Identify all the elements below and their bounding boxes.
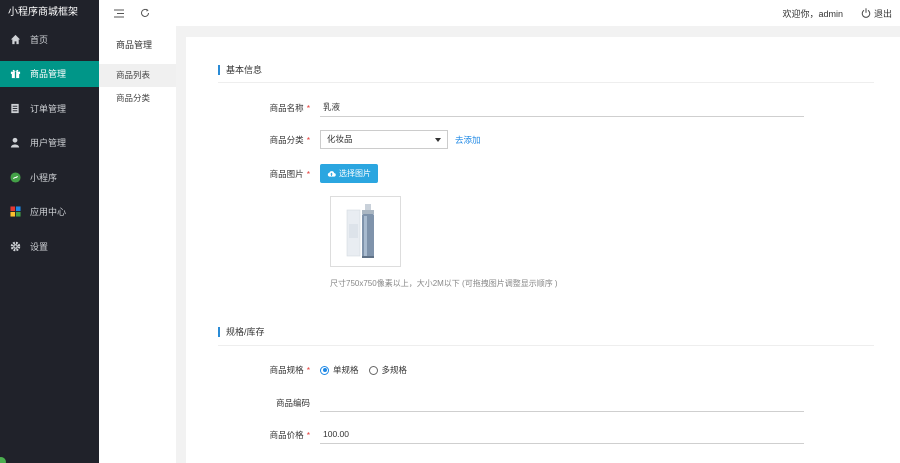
section-title-text: 基本信息 (226, 65, 263, 75)
gear-icon (9, 240, 21, 252)
spec-multi-label: 多规格 (381, 365, 408, 375)
sidebar-item-label: 用户管理 (30, 138, 67, 148)
sidebar-item-products[interactable]: 商品管理 (0, 60, 99, 87)
topbar: 欢迎你，admin 退出 (99, 0, 900, 26)
sidebar-item-label: 应用中心 (30, 207, 67, 217)
spec-single-label: 单规格 (333, 365, 359, 375)
product-image-thumbnail[interactable] (330, 196, 401, 267)
lotion-bottle-image (337, 199, 394, 264)
radio-checked-icon (320, 365, 329, 375)
sidebar: 小程序商城框架 首页 商品管理 订单管理 用户管理 小程序 应用中心 设置 (0, 0, 99, 463)
category-selected-value: 化妆品 (327, 134, 353, 144)
section-marker (218, 64, 220, 75)
app-brand: 小程序商城框架 (8, 7, 78, 18)
product-spec-label: 商品规格 * (269, 365, 310, 375)
product-category-label: 商品分类 * (269, 134, 310, 145)
refresh-icon[interactable] (139, 7, 151, 19)
user-icon (9, 137, 21, 149)
product-price-input[interactable]: 100.00 (320, 426, 804, 444)
subnav-item-product-category[interactable]: 商品分类 (99, 87, 176, 110)
subnav-item-product-list[interactable]: 商品列表 (99, 64, 176, 87)
chevron-down-icon (435, 138, 441, 142)
sidebar-item-label: 小程序 (30, 172, 58, 183)
apps-icon (9, 206, 21, 218)
product-price-label: 商品价格 * (269, 430, 310, 440)
sidebar-item-label: 设置 (30, 241, 49, 252)
mini-program-icon (9, 171, 21, 183)
sidebar-item-mini-program[interactable]: 小程序 (0, 164, 99, 190)
subnav-title: 商品管理 (116, 40, 153, 50)
product-image-label: 商品图片 * (269, 168, 310, 179)
section-basic-info: 基本信息 (218, 63, 262, 76)
section-divider (218, 82, 874, 83)
row-product-code: 商品编码 (186, 394, 804, 412)
sidebar-item-home[interactable]: 首页 (0, 26, 99, 52)
row-product-spec: 商品规格 * 单规格 多规格 (186, 364, 417, 376)
row-product-name: 商品名称 * 乳液 (186, 99, 804, 117)
home-icon (9, 33, 21, 45)
select-image-label: 选择图片 (339, 169, 371, 178)
product-name-input[interactable]: 乳液 (320, 99, 804, 117)
sidebar-item-settings[interactable]: 设置 (0, 233, 99, 259)
menu-toggle-icon[interactable] (113, 7, 125, 19)
logout-button[interactable]: 退出 (861, 7, 892, 20)
document-icon (9, 102, 21, 114)
section-title-text: 规格/库存 (226, 327, 265, 337)
spec-single-radio[interactable]: 单规格 (320, 364, 359, 376)
cloud-upload-icon (327, 171, 336, 177)
section-divider (218, 345, 874, 346)
add-category-link[interactable]: 去添加 (455, 134, 481, 146)
product-code-label: 商品编码 (275, 398, 310, 408)
select-image-button[interactable]: 选择图片 (320, 164, 378, 183)
sidebar-item-orders[interactable]: 订单管理 (0, 95, 99, 121)
logout-label: 退出 (873, 8, 892, 19)
row-product-category: 商品分类 * 化妆品 去添加 (186, 130, 481, 149)
spec-multi-radio[interactable]: 多规格 (368, 364, 408, 376)
power-icon (861, 8, 871, 18)
image-hint-text: 尺寸750x750像素以上，大小2M以下 (可拖拽图片调整显示顺序 ) (330, 279, 558, 288)
topbar-right: 欢迎你，admin 退出 (782, 7, 900, 20)
row-product-price: 商品价格 * 100.00 (186, 426, 804, 444)
sidebar-item-label: 订单管理 (30, 103, 67, 114)
sidebar-item-label: 首页 (30, 34, 49, 45)
product-form: 基本信息 商品名称 * 乳液 商品分类 * 化妆品 去添加 商品图片 * 选择图片 (186, 37, 900, 463)
sidebar-item-app-center[interactable]: 应用中心 (0, 199, 99, 225)
sidebar-item-users[interactable]: 用户管理 (0, 130, 99, 156)
status-dot (0, 457, 6, 463)
section-marker (218, 326, 220, 337)
sub-navigation: 商品管理 商品列表 商品分类 (99, 26, 176, 463)
product-code-input[interactable] (320, 394, 804, 412)
welcome-text: 欢迎你，admin (782, 8, 843, 19)
section-spec-stock: 规格/库存 (218, 325, 265, 338)
row-product-image: 商品图片 * 选择图片 (186, 164, 378, 183)
sidebar-item-label: 商品管理 (30, 69, 67, 79)
gift-icon (9, 68, 21, 80)
product-name-label: 商品名称 * (269, 103, 310, 113)
radio-unchecked-icon (368, 365, 378, 375)
category-select[interactable]: 化妆品 (320, 130, 448, 149)
